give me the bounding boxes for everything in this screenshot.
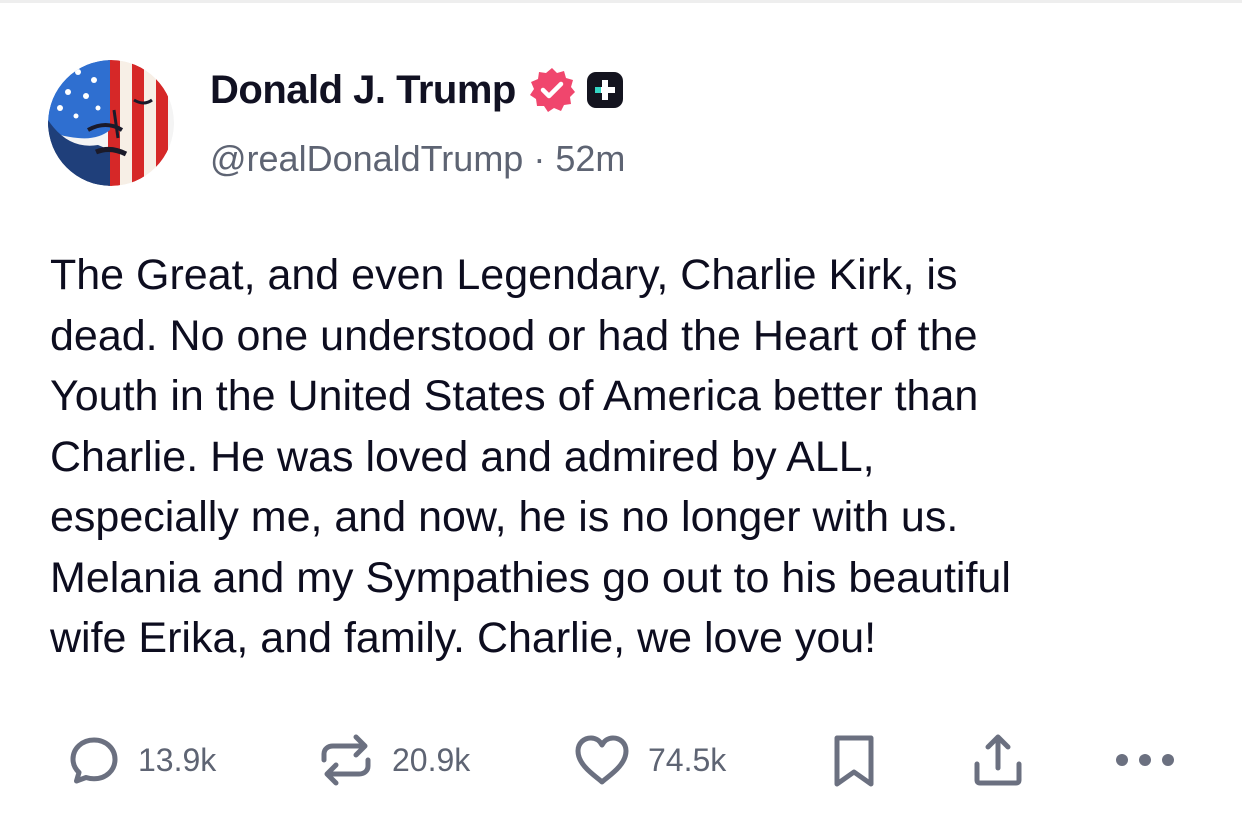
plus-badge-icon: [586, 71, 624, 109]
like-button[interactable]: 74.5k: [572, 722, 726, 798]
author-handle[interactable]: @realDonaldTrump: [210, 138, 523, 179]
repost-count: 20.9k: [392, 741, 471, 778]
heart-icon: [572, 732, 632, 788]
more-options-button[interactable]: [1112, 722, 1178, 798]
share-icon: [968, 730, 1028, 790]
reply-button[interactable]: 13.9k: [66, 722, 216, 798]
author-name-row: Donald J. Trump: [210, 62, 624, 118]
post-timestamp[interactable]: 52m: [555, 138, 625, 179]
repost-button[interactable]: 20.9k: [316, 722, 470, 798]
avatar[interactable]: [48, 60, 174, 186]
post-text: The Great, and even Legendary, Charlie K…: [50, 251, 1011, 662]
meta-separator: ·: [533, 138, 546, 179]
bookmark-icon: [829, 730, 879, 790]
top-divider: [0, 0, 1242, 3]
more-icon: [1112, 750, 1178, 770]
like-count: 74.5k: [648, 741, 727, 778]
avatar-image: [48, 60, 174, 186]
repost-icon: [316, 730, 376, 790]
author-display-name[interactable]: Donald J. Trump: [210, 68, 516, 113]
verified-badge-icon: [528, 66, 576, 114]
bookmark-button[interactable]: [829, 722, 879, 798]
share-button[interactable]: [968, 722, 1028, 798]
reply-count: 13.9k: [138, 741, 217, 778]
reply-icon: [66, 732, 122, 788]
post-actions: 13.9k 20.9k 74.5k: [0, 722, 1242, 798]
author-meta: @realDonaldTrump · 52m: [210, 138, 625, 180]
